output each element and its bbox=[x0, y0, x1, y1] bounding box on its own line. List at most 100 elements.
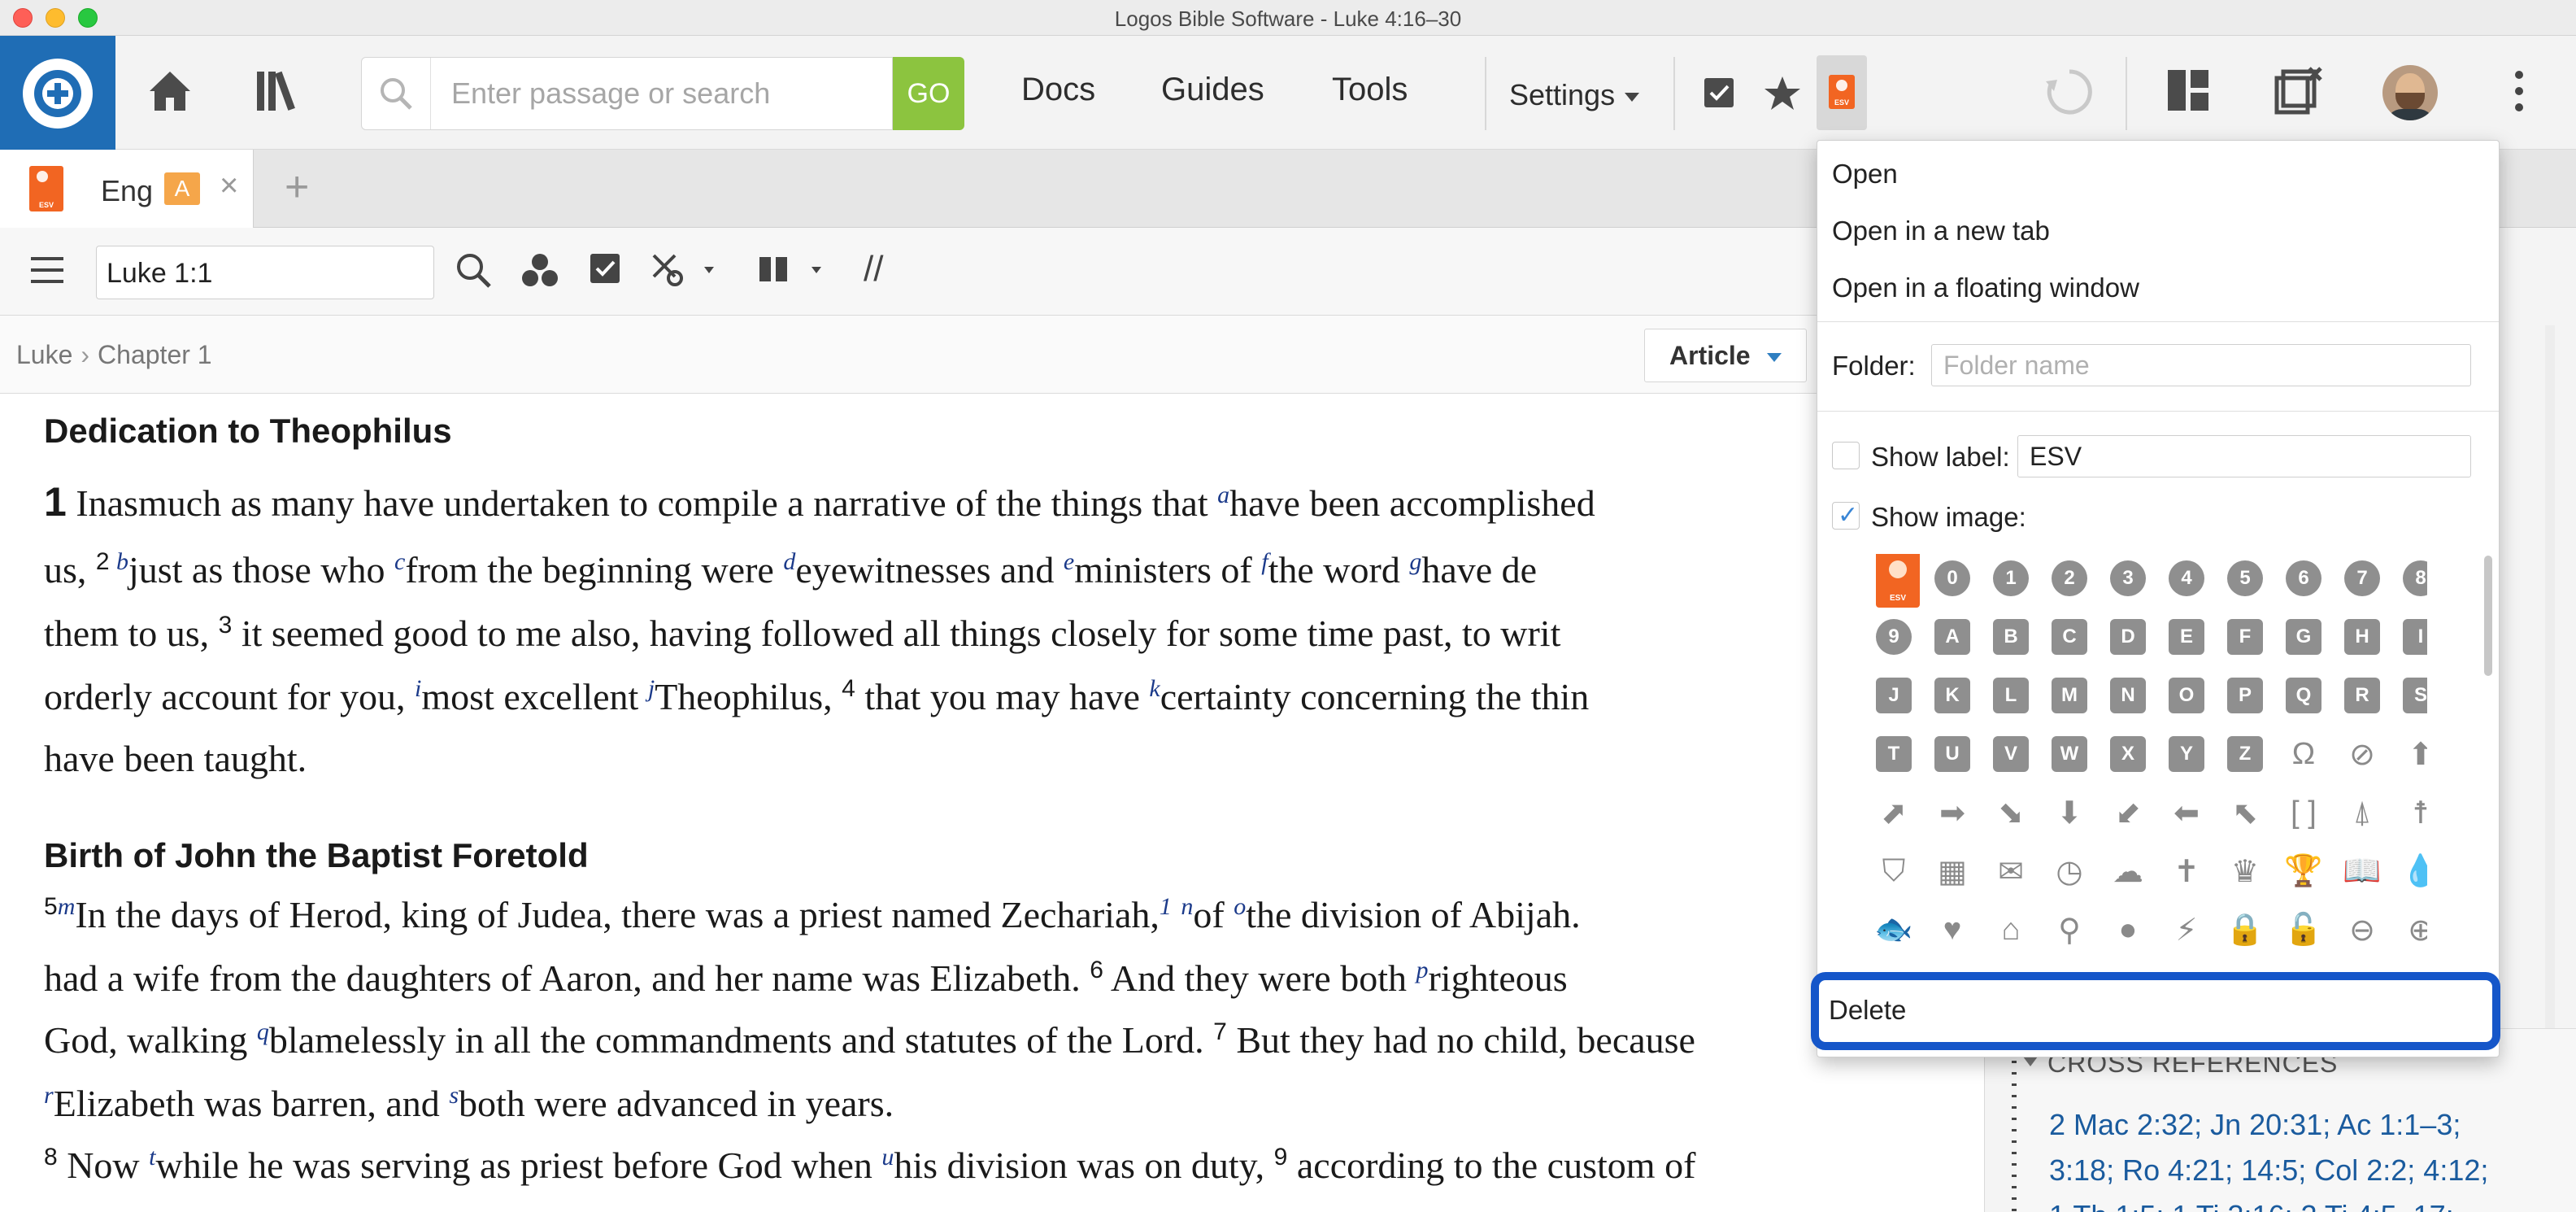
symbol-icon-option[interactable]: ⌂ bbox=[1993, 912, 2029, 948]
symbol-icon-option[interactable]: ⬆ bbox=[2403, 736, 2427, 772]
search-input[interactable] bbox=[451, 74, 874, 113]
footnote-marker[interactable]: 1 bbox=[1160, 893, 1172, 920]
letter-icon-option[interactable]: Q bbox=[2286, 678, 2321, 713]
letter-icon-option[interactable]: D bbox=[2110, 619, 2146, 655]
symbol-icon-option[interactable]: ⊕ bbox=[2403, 912, 2427, 948]
search-icon[interactable] bbox=[455, 252, 493, 294]
number-icon-option[interactable]: 6 bbox=[2286, 560, 2321, 596]
layouts-icon[interactable] bbox=[2166, 68, 2210, 112]
checklist-icon[interactable] bbox=[1703, 76, 1737, 109]
letter-icon-option[interactable]: A bbox=[1934, 619, 1970, 655]
footnote-marker[interactable]: s bbox=[449, 1082, 459, 1109]
footnote-marker[interactable]: c bbox=[394, 548, 405, 575]
letter-icon-option[interactable]: Z bbox=[2227, 736, 2263, 772]
symbol-icon-option[interactable]: ✉ bbox=[1993, 853, 2029, 889]
letter-icon-option[interactable]: H bbox=[2344, 619, 2380, 655]
symbol-icon-option[interactable]: 🔓 bbox=[2284, 912, 2322, 948]
symbol-icon-option[interactable]: ⊘ bbox=[2344, 736, 2380, 772]
footnote-marker[interactable]: o bbox=[1234, 893, 1246, 920]
symbol-icon-option[interactable]: ◷ bbox=[2052, 853, 2087, 889]
number-icon-option[interactable]: 5 bbox=[2227, 560, 2263, 596]
symbol-icon-option[interactable]: ⚡ bbox=[2169, 912, 2204, 948]
letter-icon-option[interactable]: Y bbox=[2169, 736, 2204, 772]
letter-icon-option[interactable]: L bbox=[1993, 678, 2029, 713]
menu-item-open[interactable]: Open bbox=[1832, 159, 1898, 190]
sync-icon[interactable] bbox=[2044, 67, 2095, 117]
show-image-checkbox[interactable] bbox=[1832, 501, 1860, 530]
letter-icon-option[interactable]: W bbox=[2052, 736, 2087, 772]
footnote-marker[interactable]: b bbox=[116, 548, 128, 575]
letter-icon-option[interactable]: G bbox=[2286, 619, 2321, 655]
symbol-icon-option[interactable]: ⚲ bbox=[2052, 912, 2087, 948]
symbol-icon-option[interactable]: ✝ bbox=[2169, 853, 2204, 889]
footnote-marker[interactable]: n bbox=[1181, 893, 1193, 920]
go-button[interactable]: GO bbox=[893, 57, 964, 130]
letter-icon-option[interactable]: C bbox=[2052, 619, 2087, 655]
footnote-marker[interactable]: d bbox=[783, 548, 795, 575]
footnote-marker[interactable]: r bbox=[44, 1082, 54, 1109]
folder-name-input[interactable] bbox=[1931, 344, 2471, 386]
collapse-triangle-icon[interactable] bbox=[2023, 1057, 2038, 1066]
close-tab-icon[interactable]: × bbox=[220, 168, 238, 204]
esv-shortcut-button[interactable]: ESV bbox=[1817, 55, 1867, 130]
article-dropdown[interactable]: Article bbox=[1644, 329, 1807, 382]
new-tab-button[interactable]: + bbox=[285, 163, 309, 211]
parallel-resources-icon[interactable]: // bbox=[864, 249, 883, 290]
cross-reference-line[interactable]: 3:18; Ro 4:21; 14:5; Col 2:2; 4:12; bbox=[2049, 1148, 2569, 1193]
footnote-marker[interactable]: a bbox=[1217, 482, 1229, 508]
letter-icon-option[interactable]: X bbox=[2110, 736, 2146, 772]
symbol-icon-option[interactable]: ⊖ bbox=[2344, 912, 2380, 948]
number-icon-option[interactable]: 0 bbox=[1934, 560, 1970, 596]
symbol-icon-option[interactable]: Ω bbox=[2286, 736, 2321, 772]
show-label-checkbox[interactable] bbox=[1832, 442, 1860, 469]
avatar[interactable] bbox=[2382, 65, 2438, 120]
menu-item-open-new-tab[interactable]: Open in a new tab bbox=[1832, 216, 2050, 246]
symbol-icon-option[interactable]: ⬊ bbox=[1993, 795, 2029, 831]
star-icon[interactable] bbox=[1763, 75, 1802, 112]
number-icon-option[interactable]: 9 bbox=[1876, 619, 1912, 655]
nav-docs[interactable]: Docs bbox=[1021, 72, 1095, 108]
letter-icon-option[interactable]: K bbox=[1934, 678, 1970, 713]
symbol-icon-option[interactable]: 🔒 bbox=[2226, 912, 2264, 948]
delete-button[interactable]: Delete bbox=[1811, 972, 2500, 1050]
number-icon-option[interactable]: 2 bbox=[2052, 560, 2087, 596]
symbol-icon-option[interactable]: ⛉ bbox=[1876, 853, 1912, 889]
interlinear-icon[interactable] bbox=[651, 252, 714, 292]
symbol-icon-option[interactable]: 💧 bbox=[2401, 853, 2427, 889]
nav-tools[interactable]: Tools bbox=[1332, 72, 1408, 108]
letter-icon-option[interactable]: U bbox=[1934, 736, 1970, 772]
reference-box[interactable]: Luke 1:1 bbox=[96, 246, 434, 299]
letter-icon-option[interactable]: N bbox=[2110, 678, 2146, 713]
breadcrumb-chapter[interactable]: Chapter 1 bbox=[98, 340, 212, 369]
number-icon-option[interactable]: 8 bbox=[2403, 560, 2427, 596]
footnote-marker[interactable]: f bbox=[1261, 548, 1268, 575]
letter-icon-option[interactable]: P bbox=[2227, 678, 2263, 713]
tab-esv[interactable]: ESV Eng A × bbox=[0, 150, 254, 228]
letter-icon-option[interactable]: S bbox=[2403, 678, 2427, 713]
panel-menu-icon[interactable] bbox=[31, 255, 65, 289]
letter-icon-option[interactable]: V bbox=[1993, 736, 2029, 772]
symbol-icon-option[interactable]: 🏆 bbox=[2284, 853, 2322, 889]
number-icon-option[interactable]: 1 bbox=[1993, 560, 2029, 596]
symbol-icon-option[interactable]: ➡ bbox=[1934, 795, 1970, 831]
icon-picker-scrollbar[interactable] bbox=[2484, 556, 2492, 676]
symbol-icon-option[interactable]: ♛ bbox=[2227, 853, 2263, 889]
footnote-marker[interactable]: u bbox=[881, 1144, 894, 1171]
footnote-marker[interactable]: j bbox=[648, 675, 655, 702]
footnote-marker[interactable]: k bbox=[1149, 675, 1160, 702]
number-icon-option[interactable]: 3 bbox=[2110, 560, 2146, 596]
symbol-icon-option[interactable]: ⬉ bbox=[2227, 795, 2263, 831]
label-input[interactable] bbox=[2017, 435, 2471, 477]
footnote-marker[interactable]: m bbox=[58, 893, 76, 920]
letter-icon-option[interactable]: E bbox=[2169, 619, 2204, 655]
letter-icon-option[interactable]: F bbox=[2227, 619, 2263, 655]
tab-link-badge[interactable]: A bbox=[164, 172, 200, 205]
cross-reference-line[interactable]: 2 Mac 2:32; Jn 20:31; Ac 1:1–3; bbox=[2049, 1102, 2569, 1148]
nav-guides[interactable]: Guides bbox=[1161, 72, 1264, 108]
letter-icon-option[interactable]: I bbox=[2403, 619, 2427, 655]
symbol-icon-option[interactable]: ▦ bbox=[1934, 853, 1970, 889]
settings-menu[interactable]: Settings bbox=[1509, 78, 1640, 112]
close-panels-icon[interactable] bbox=[2274, 67, 2322, 116]
symbol-icon-option[interactable]: ☨ bbox=[2403, 795, 2427, 831]
symbol-icon-option[interactable]: ● bbox=[2110, 912, 2146, 948]
